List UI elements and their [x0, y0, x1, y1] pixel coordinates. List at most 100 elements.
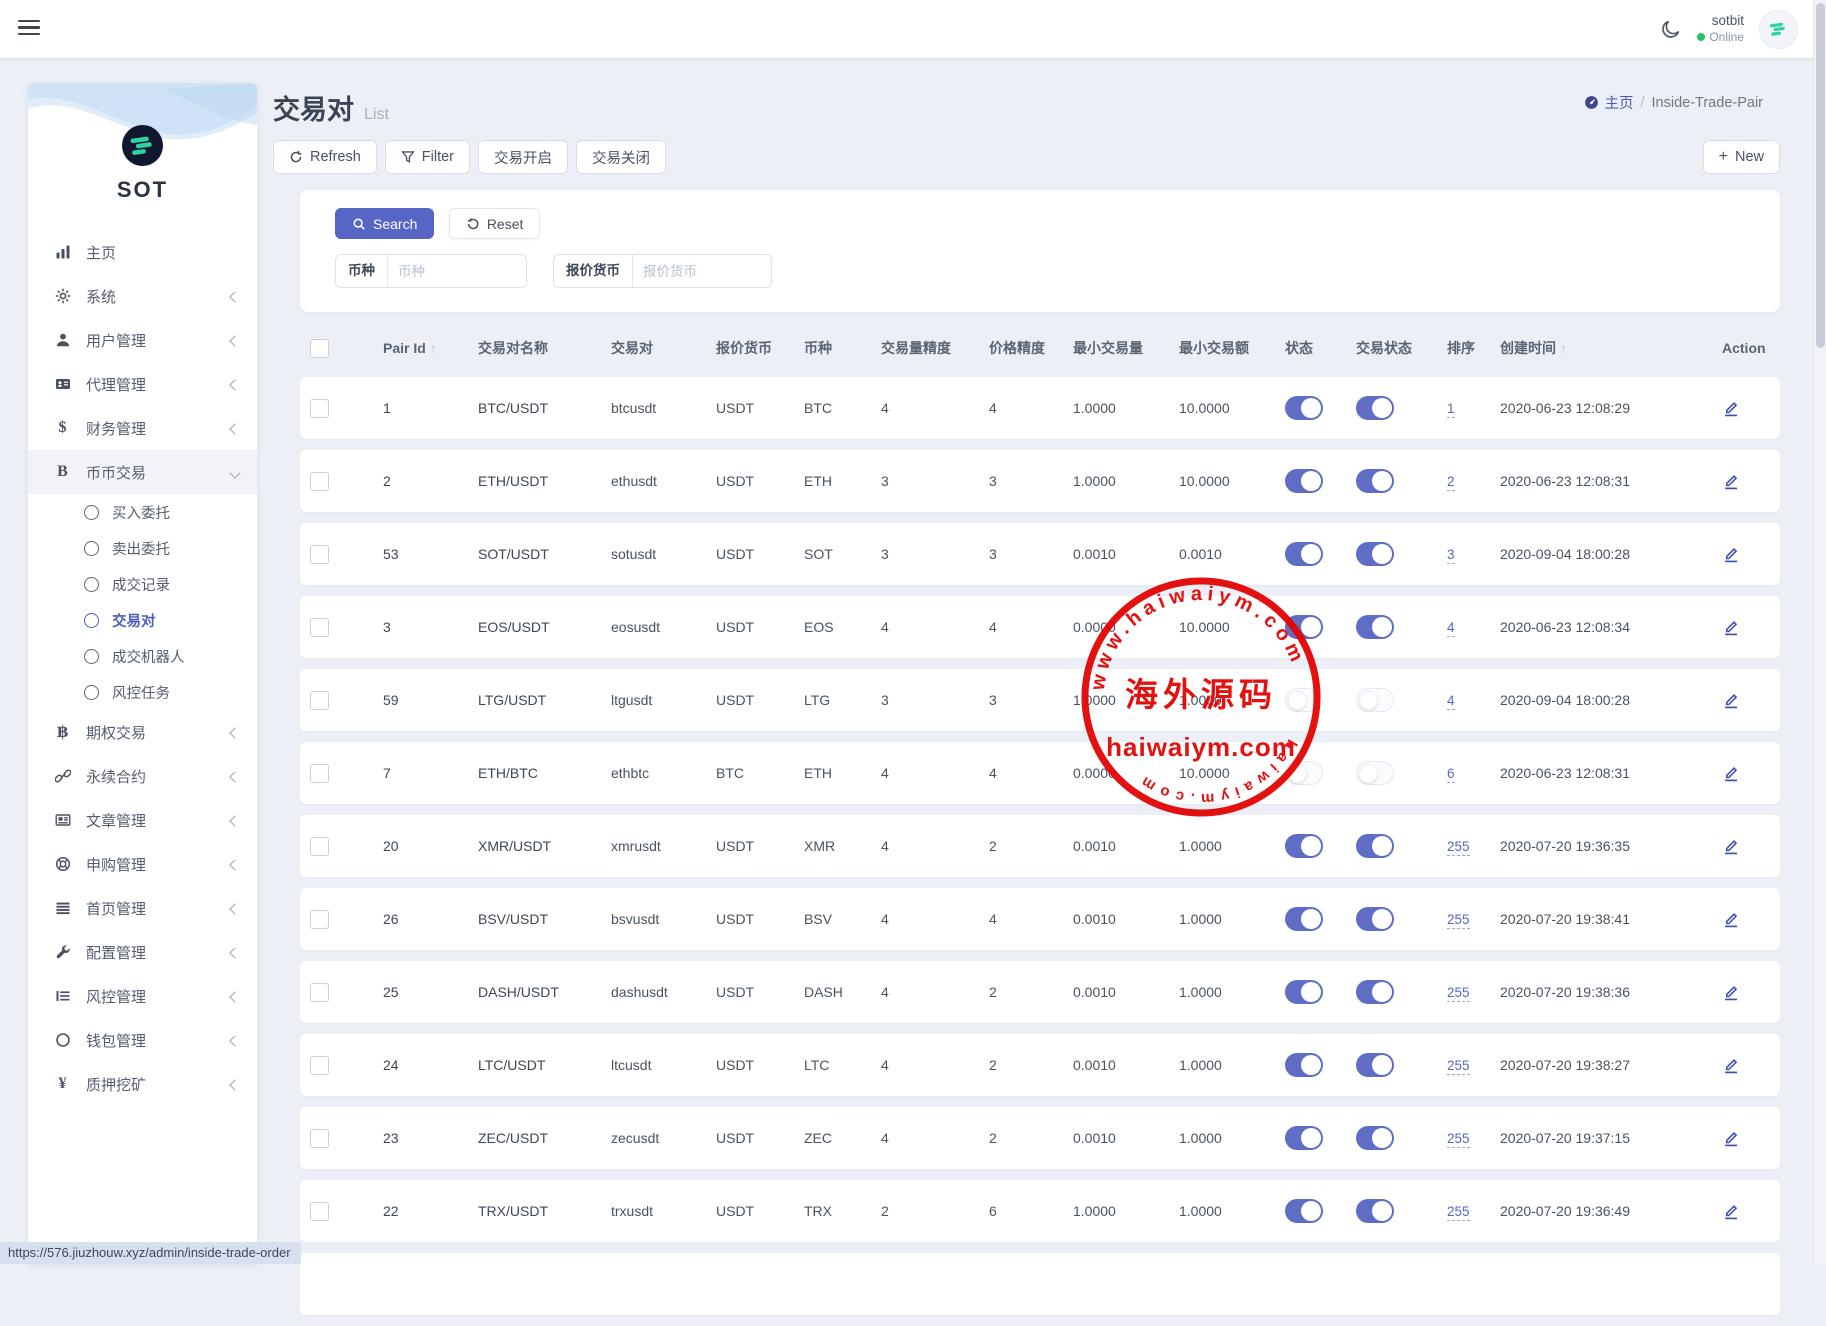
edit-icon[interactable]	[1722, 1129, 1780, 1147]
sidebar-item[interactable]: 用户管理	[28, 318, 257, 362]
select-all-checkbox[interactable]	[310, 339, 329, 358]
status-toggle[interactable]	[1285, 1199, 1323, 1223]
user-block[interactable]: sotbit Online	[1697, 13, 1744, 45]
edit-icon[interactable]	[1722, 618, 1780, 636]
edit-icon[interactable]	[1722, 399, 1780, 417]
edit-icon[interactable]	[1722, 472, 1780, 490]
sidebar-item[interactable]: 申购管理	[28, 842, 257, 886]
sort-value-link[interactable]: 3	[1447, 547, 1455, 564]
status-toggle[interactable]	[1285, 469, 1323, 493]
sidebar-item[interactable]: 钱包管理	[28, 1018, 257, 1062]
toolbar-button[interactable]: 交易开启	[478, 140, 568, 174]
row-checkbox[interactable]	[310, 764, 329, 783]
trade-status-toggle[interactable]	[1356, 469, 1394, 493]
coin-filter-input[interactable]	[388, 255, 526, 287]
sidebar-subitem[interactable]: 成交记录	[28, 566, 257, 602]
sort-value-link[interactable]: 255	[1447, 1058, 1470, 1075]
status-toggle[interactable]	[1285, 834, 1323, 858]
trade-status-toggle[interactable]	[1356, 1053, 1394, 1077]
status-toggle[interactable]	[1285, 396, 1323, 420]
edit-icon[interactable]	[1722, 1056, 1780, 1074]
sort-arrow-icon[interactable]: ↑	[430, 341, 437, 356]
status-toggle[interactable]	[1285, 907, 1323, 931]
row-checkbox[interactable]	[310, 472, 329, 491]
trade-status-toggle[interactable]	[1356, 688, 1394, 712]
sidebar-subitem[interactable]: 交易对	[28, 602, 257, 638]
sidebar-item[interactable]: 文章管理	[28, 798, 257, 842]
edit-icon[interactable]	[1722, 691, 1780, 709]
trade-status-toggle[interactable]	[1356, 1126, 1394, 1150]
sidebar-subitem[interactable]: 成交机器人	[28, 638, 257, 674]
trade-status-toggle[interactable]	[1356, 1199, 1394, 1223]
sidebar-item[interactable]: 风控管理	[28, 974, 257, 1018]
status-toggle[interactable]	[1285, 542, 1323, 566]
sidebar-item[interactable]: 系统	[28, 274, 257, 318]
sidebar-subitem[interactable]: 买入委托	[28, 494, 257, 530]
status-toggle[interactable]	[1285, 980, 1323, 1004]
search-button[interactable]: Search	[335, 208, 434, 239]
scrollbar-thumb[interactable]	[1816, 3, 1825, 348]
trade-status-toggle[interactable]	[1356, 396, 1394, 420]
scrollbar-track[interactable]	[1813, 0, 1826, 1264]
sidebar-item[interactable]: $财务管理	[28, 406, 257, 450]
sort-value-link[interactable]: 255	[1447, 839, 1470, 856]
sort-value-link[interactable]: 4	[1447, 693, 1455, 710]
trade-status-toggle[interactable]	[1356, 761, 1394, 785]
sort-value-link[interactable]: 255	[1447, 1204, 1470, 1221]
status-toggle[interactable]	[1285, 1126, 1323, 1150]
status-toggle[interactable]	[1285, 615, 1323, 639]
edit-icon[interactable]	[1722, 910, 1780, 928]
trade-status-toggle[interactable]	[1356, 834, 1394, 858]
sidebar-item[interactable]: 配置管理	[28, 930, 257, 974]
edit-icon[interactable]	[1722, 983, 1780, 1001]
toolbar-button[interactable]: Filter	[385, 140, 470, 174]
trade-status-toggle[interactable]	[1356, 980, 1394, 1004]
sidebar-item[interactable]: ฿期权交易	[28, 710, 257, 754]
row-checkbox[interactable]	[310, 691, 329, 710]
toolbar-button[interactable]: 交易关闭	[576, 140, 666, 174]
toolbar-button[interactable]: Refresh	[273, 140, 377, 174]
row-checkbox[interactable]	[310, 837, 329, 856]
sort-value-link[interactable]: 6	[1447, 766, 1455, 783]
row-checkbox[interactable]	[310, 399, 329, 418]
sidebar-item[interactable]: ¥质押挖矿	[28, 1062, 257, 1106]
sort-arrow-icon[interactable]: ↑	[1560, 341, 1567, 356]
sidebar-item[interactable]: 首页管理	[28, 886, 257, 930]
sort-value-link[interactable]: 2	[1447, 474, 1455, 491]
edit-icon[interactable]	[1722, 545, 1780, 563]
sort-value-link[interactable]: 1	[1447, 401, 1455, 418]
reset-button[interactable]: Reset	[449, 208, 541, 239]
quote-filter-input[interactable]	[633, 255, 771, 287]
edit-icon[interactable]	[1722, 764, 1780, 782]
sort-value-link[interactable]: 255	[1447, 912, 1470, 929]
status-toggle[interactable]	[1285, 1053, 1323, 1077]
moon-icon[interactable]	[1660, 18, 1682, 40]
breadcrumb-home[interactable]: 主页	[1584, 92, 1633, 113]
sort-value-link[interactable]: 4	[1447, 620, 1455, 637]
row-checkbox[interactable]	[310, 618, 329, 637]
sidebar-item[interactable]: 代理管理	[28, 362, 257, 406]
status-toggle[interactable]	[1285, 761, 1323, 785]
sidebar-subitem[interactable]: 风控任务	[28, 674, 257, 710]
hamburger-icon[interactable]	[18, 20, 40, 38]
status-toggle[interactable]	[1285, 688, 1323, 712]
row-checkbox[interactable]	[310, 1129, 329, 1148]
trade-status-toggle[interactable]	[1356, 542, 1394, 566]
row-checkbox[interactable]	[310, 983, 329, 1002]
row-checkbox[interactable]	[310, 545, 329, 564]
avatar[interactable]	[1759, 10, 1798, 49]
edit-icon[interactable]	[1722, 1202, 1780, 1220]
row-checkbox[interactable]	[310, 1202, 329, 1221]
sidebar-item[interactable]: B币币交易	[28, 450, 257, 494]
sort-value-link[interactable]: 255	[1447, 985, 1470, 1002]
row-checkbox[interactable]	[310, 910, 329, 929]
sidebar-subitem[interactable]: 卖出委托	[28, 530, 257, 566]
edit-icon[interactable]	[1722, 837, 1780, 855]
sidebar-item[interactable]: 永续合约	[28, 754, 257, 798]
trade-status-toggle[interactable]	[1356, 907, 1394, 931]
trade-status-toggle[interactable]	[1356, 615, 1394, 639]
sidebar-item[interactable]: 主页	[28, 230, 257, 274]
row-checkbox[interactable]	[310, 1056, 329, 1075]
sort-value-link[interactable]: 255	[1447, 1131, 1470, 1148]
new-button[interactable]: + New	[1703, 140, 1780, 174]
